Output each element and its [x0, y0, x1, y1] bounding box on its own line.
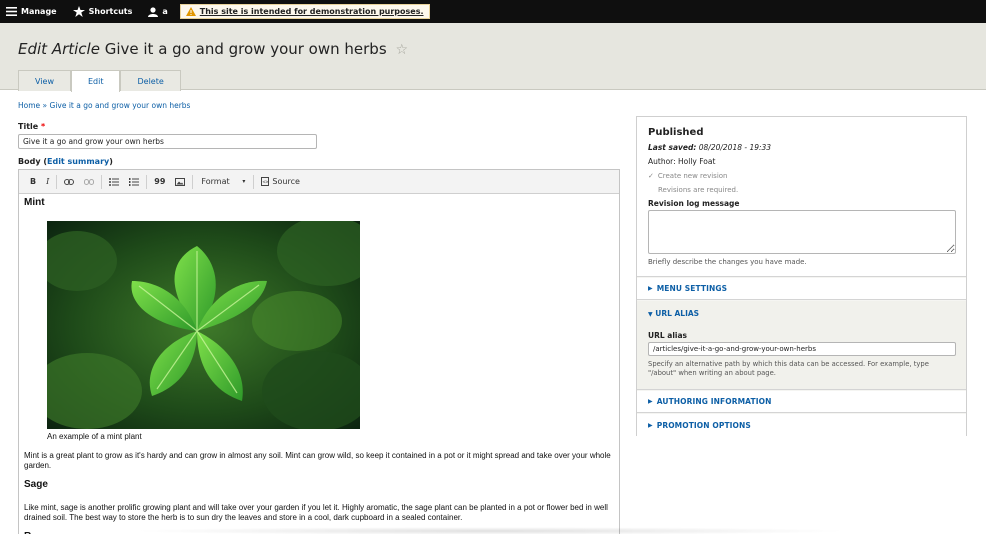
blockquote-button[interactable]: 99	[149, 173, 170, 191]
revisions-required: Revisions are required.	[658, 186, 739, 194]
mint-paragraph: Mint is a great plant to grow as it's ha…	[24, 451, 611, 470]
shortcuts-menu[interactable]: Shortcuts	[72, 6, 133, 17]
create-revision-checkbox[interactable]: ✓ Create new revision	[648, 172, 727, 180]
authoring-information-toggle[interactable]: ▶ AUTHORING INFORMATION	[637, 391, 966, 413]
toolbar-separator	[192, 174, 194, 189]
tab-delete[interactable]: Delete	[120, 70, 181, 91]
format-label: Format	[201, 177, 230, 186]
page-title-prefix: Edit Article	[18, 40, 100, 58]
primary-tabs: View Edit Delete	[18, 70, 181, 92]
admin-toolbar: Manage Shortcuts a This site is intended…	[0, 0, 986, 23]
url-alias-label: URL alias	[648, 331, 687, 340]
publish-meta: Published Last saved: 08/20/2018 - 19:33…	[637, 117, 966, 277]
user-label: a	[162, 7, 168, 16]
last-saved-label: Last saved:	[648, 143, 697, 152]
last-saved: Last saved: 08/20/2018 - 19:33	[648, 143, 771, 152]
toolbar-separator	[253, 174, 255, 189]
meta-sidebar: Published Last saved: 08/20/2018 - 19:33…	[636, 116, 967, 436]
link-button[interactable]	[59, 173, 79, 191]
star-outline-icon[interactable]: ☆	[395, 42, 408, 58]
format-dropdown[interactable]: Format ▾	[195, 173, 251, 191]
manage-menu[interactable]: Manage	[6, 7, 57, 16]
page-header: Edit Article Give it a go and grow your …	[0, 23, 986, 92]
image-caption: An example of a mint plant	[47, 432, 142, 441]
revision-log-label: Revision log message	[648, 199, 740, 208]
italic-button[interactable]: I	[41, 173, 54, 191]
revision-log-textarea[interactable]	[648, 210, 956, 254]
bold-button[interactable]: B	[25, 173, 41, 191]
hamburger-icon	[6, 7, 17, 16]
dropdown-arrow-icon: ▾	[242, 178, 246, 185]
body-label: Body (Edit summary)	[18, 157, 113, 166]
collapse-arrow-icon: ▼	[648, 311, 653, 318]
url-alias-input[interactable]	[648, 342, 956, 356]
toolbar-separator	[56, 174, 58, 189]
numbered-list-icon	[129, 177, 140, 186]
image-button[interactable]	[170, 173, 190, 191]
url-alias-help: Specify an alternative path by which thi…	[648, 360, 929, 377]
bulleted-list-button[interactable]	[104, 173, 124, 191]
sage-paragraph: Like mint, sage is another prolific grow…	[24, 503, 608, 522]
unlink-button[interactable]	[79, 173, 99, 191]
create-revision-label: Create new revision	[657, 172, 728, 180]
menu-settings-toggle[interactable]: ▶ MENU SETTINGS	[637, 278, 966, 300]
author: Author: Holly Foat	[648, 157, 716, 166]
demo-notice: This site is intended for demonstration …	[179, 4, 430, 19]
promotion-options-toggle[interactable]: ▶ PROMOTION OPTIONS	[637, 414, 966, 436]
warning-icon	[185, 7, 196, 16]
url-alias-toggle[interactable]: ▼ URL ALIAS	[648, 309, 699, 318]
title-input[interactable]	[18, 134, 317, 149]
heading-sage: Sage	[24, 479, 48, 490]
image-icon	[175, 177, 186, 186]
svg-text:<>: <>	[263, 180, 269, 186]
edit-summary-link[interactable]: Edit summary	[47, 157, 109, 166]
numbered-list-button[interactable]	[124, 173, 144, 191]
tab-view[interactable]: View	[18, 70, 71, 91]
authoring-information-label: AUTHORING INFORMATION	[656, 397, 772, 406]
revision-log-help: Briefly describe the changes you have ma…	[648, 258, 807, 266]
unlink-icon	[84, 178, 95, 185]
bottom-shadow	[130, 527, 850, 534]
bold-label: B	[30, 177, 37, 186]
toolbar-separator	[101, 174, 103, 189]
menu-settings-label: MENU SETTINGS	[656, 284, 728, 293]
title-label: Title *	[18, 122, 45, 131]
editor-content[interactable]: Mint An example of a mint plant Mint is …	[19, 197, 619, 534]
italic-label: I	[46, 177, 50, 186]
breadcrumb[interactable]: Home » Give it a go and grow your own he…	[18, 101, 190, 110]
body-label-text: Body	[18, 157, 41, 166]
star-icon	[72, 6, 85, 17]
expand-arrow-icon: ▶	[648, 285, 653, 292]
source-icon: <>	[261, 177, 270, 186]
user-icon	[148, 6, 159, 17]
bulleted-list-icon	[109, 177, 120, 186]
mint-plant-image	[47, 221, 360, 429]
toolbar-separator	[146, 174, 148, 189]
tab-edit[interactable]: Edit	[70, 70, 121, 92]
editor-toolbar: B I 99 Format ▾ <> Source	[19, 170, 619, 194]
link-icon	[64, 178, 75, 185]
heading-mint: Mint	[24, 197, 45, 208]
checkmark-icon: ✓	[648, 172, 654, 180]
source-button[interactable]: <> Source	[256, 173, 304, 191]
user-menu[interactable]: a	[148, 6, 168, 17]
body-editor: B I 99 Format ▾ <> Source Mint An exampl…	[18, 169, 620, 534]
shortcuts-label: Shortcuts	[88, 7, 133, 16]
blockquote-icon: 99	[154, 177, 166, 186]
url-alias-head-label: URL ALIAS	[655, 309, 700, 318]
promotion-options-label: PROMOTION OPTIONS	[656, 420, 751, 430]
source-label: Source	[272, 177, 300, 186]
publish-status: Published	[648, 127, 704, 138]
url-alias-section: ▼ URL ALIAS URL alias Specify an alterna…	[637, 301, 966, 390]
demo-notice-text: This site is intended for demonstration …	[199, 7, 424, 16]
expand-arrow-icon: ▶	[648, 421, 653, 429]
title-label-text: Title	[18, 122, 39, 131]
page-title: Edit Article Give it a go and grow your …	[18, 40, 408, 58]
page-title-name: Give it a go and grow your own herbs	[104, 40, 387, 58]
manage-label: Manage	[21, 7, 57, 16]
expand-arrow-icon: ▶	[648, 398, 653, 405]
last-saved-value: 08/20/2018 - 19:33	[698, 143, 772, 152]
required-mark: *	[41, 122, 46, 131]
